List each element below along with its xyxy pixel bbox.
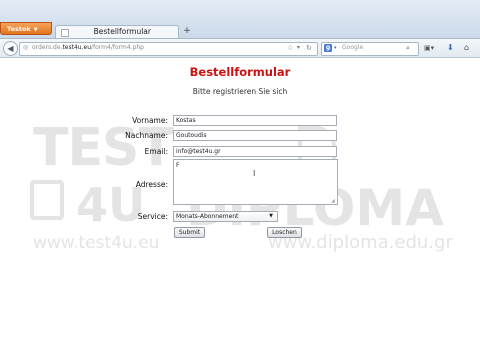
text-cursor-icon: I [253,169,256,178]
window-controls [438,6,478,16]
bookmarks-menu-icon[interactable]: ▣▾ [424,42,434,54]
service-select[interactable]: Monats-Abonnement ▼ [173,211,278,222]
email-label: Email: [144,147,168,156]
url-prefix: orders.de. [32,44,63,51]
service-selected-value: Monats-Abonnement [176,213,239,220]
back-arrow-icon[interactable]: ◀ [3,41,18,56]
history-dropdown-icon[interactable]: ▾ [297,42,300,54]
page-subtitle: Bitte registrieren Sie sich [192,87,288,96]
nachname-field[interactable]: Goutoudis [173,130,337,141]
search-engine-icon[interactable]: g [324,44,332,52]
browser-tab[interactable]: Bestellformular [55,25,179,38]
app-menu-label: Testok [7,25,31,33]
page-favicon-icon [61,29,69,37]
resize-grip-icon[interactable]: ◢ [331,198,335,204]
globe-icon: ◎ [23,44,29,51]
tab-title: Bestellformular [93,27,151,36]
download-icon[interactable]: ⬇ [447,42,454,54]
chevron-down-icon: ▼ [33,27,38,33]
vorname-label: Vorname: [132,116,168,125]
vorname-field[interactable]: Kostas [173,115,337,126]
reset-button[interactable]: Loschen [267,227,302,238]
url-path: /form4/form4.php [91,44,144,51]
watermark-checkbox-icon [30,180,64,220]
adresse-textarea[interactable]: F [173,159,338,205]
submit-button[interactable]: Submit [174,227,205,238]
home-icon[interactable]: ⌂ [464,42,469,54]
chevron-down-icon: ▼ [269,213,273,219]
new-tab-button[interactable]: + [181,26,193,37]
nachname-label: Nachname: [125,131,168,140]
page-title: Bestellformular [189,65,291,79]
service-label: Service: [137,212,168,221]
email-field[interactable]: info@test4u.gr [173,146,337,157]
url-domain: test4u.eu [62,44,91,51]
app-menu-button[interactable]: Testok ▼ [0,22,52,35]
adresse-label: Adresse: [135,180,168,189]
bookmark-star-icon[interactable]: ☆ [287,42,293,54]
url-text[interactable]: orders.de.test4u.eu/form4/form4.php [32,42,144,54]
reload-icon[interactable]: ↻ [306,42,312,54]
chevron-down-icon[interactable]: ▾ [334,42,337,54]
search-input[interactable]: Google [342,42,363,54]
watermark-url-left: www.test4u.eu [33,233,160,253]
magnifier-icon[interactable]: ⌕ [406,42,410,54]
